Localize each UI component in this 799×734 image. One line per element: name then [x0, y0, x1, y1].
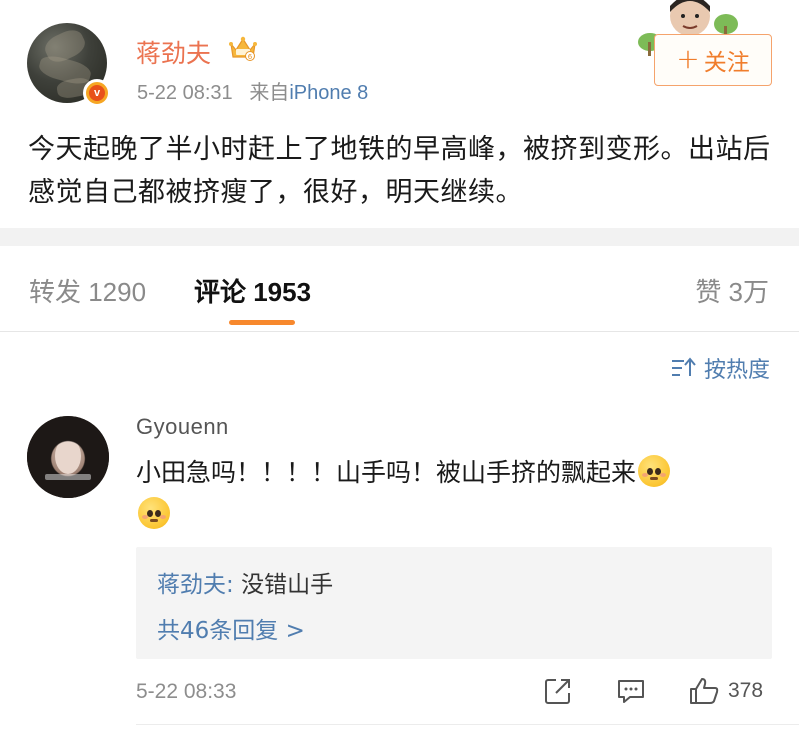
reply-line: 蒋劲夫: 没错山手	[157, 572, 334, 598]
emoji-blush-icon	[638, 455, 671, 487]
post-source-prefix: 来自	[249, 82, 290, 104]
sort-by-hot-button[interactable]: 按热度	[670, 352, 770, 384]
plus-icon: +	[676, 41, 700, 75]
comment-divider	[136, 724, 799, 725]
post-meta: 5-22 08:31 来自iPhone 8	[137, 76, 368, 105]
post-author-name[interactable]: 蒋劲夫	[136, 34, 211, 70]
post-body-text: 今天起晚了半小时赶上了地铁的早高峰，被挤到变形。出站后感觉自己都被挤瘦了，很好，…	[28, 134, 771, 208]
comment-time: 5-22 08:33	[136, 680, 237, 703]
thumbs-up-icon	[690, 678, 719, 704]
reply-author[interactable]: 蒋劲夫	[157, 572, 226, 598]
like-button[interactable]: 378	[688, 676, 763, 706]
comment-author-avatar[interactable]	[27, 416, 109, 498]
tab-repost[interactable]: 转发 1290	[29, 272, 146, 309]
svg-text:6: 6	[248, 53, 253, 61]
sort-icon	[671, 357, 696, 376]
post-time: 5-22 08:31	[137, 82, 233, 104]
comment-author-name[interactable]: Gyouenn	[136, 414, 229, 440]
like-count: 378	[728, 679, 764, 702]
comment-body: 小田急吗！！！！山手吗！被山手挤的飘起来	[136, 452, 766, 536]
follow-label: 关注	[703, 50, 750, 76]
tab-like[interactable]: 赞 3万	[695, 272, 769, 309]
weibo-post: v 蒋劲夫 6 5-22 08:31 来自iPhone 8 + 关注 今天起晚了…	[0, 0, 799, 228]
tab-comment[interactable]: 评论 1953	[194, 272, 311, 309]
comment-icon[interactable]	[616, 676, 646, 706]
active-tab-indicator	[229, 320, 295, 325]
sort-label: 按热度	[703, 358, 770, 383]
post-author-avatar[interactable]: v	[27, 23, 111, 107]
follow-button[interactable]: + 关注	[654, 34, 772, 86]
interaction-tabs: 转发 1290 评论 1953 赞 3万	[0, 246, 799, 332]
view-all-replies-link[interactable]: 共46条回复 >	[157, 611, 305, 645]
reply-text: 没错山手	[241, 572, 334, 598]
section-divider	[0, 228, 799, 246]
share-icon[interactable]	[543, 676, 573, 706]
reply-preview[interactable]: 蒋劲夫: 没错山手 共46条回复 >	[136, 547, 772, 659]
verified-badge-icon: v	[83, 79, 111, 107]
crown-icon: 6	[229, 36, 257, 61]
comment-text: 小田急吗！！！！山手吗！被山手挤的飘起来	[136, 458, 637, 487]
emoji-blush-icon	[138, 497, 170, 529]
post-device[interactable]: iPhone 8	[289, 82, 368, 104]
